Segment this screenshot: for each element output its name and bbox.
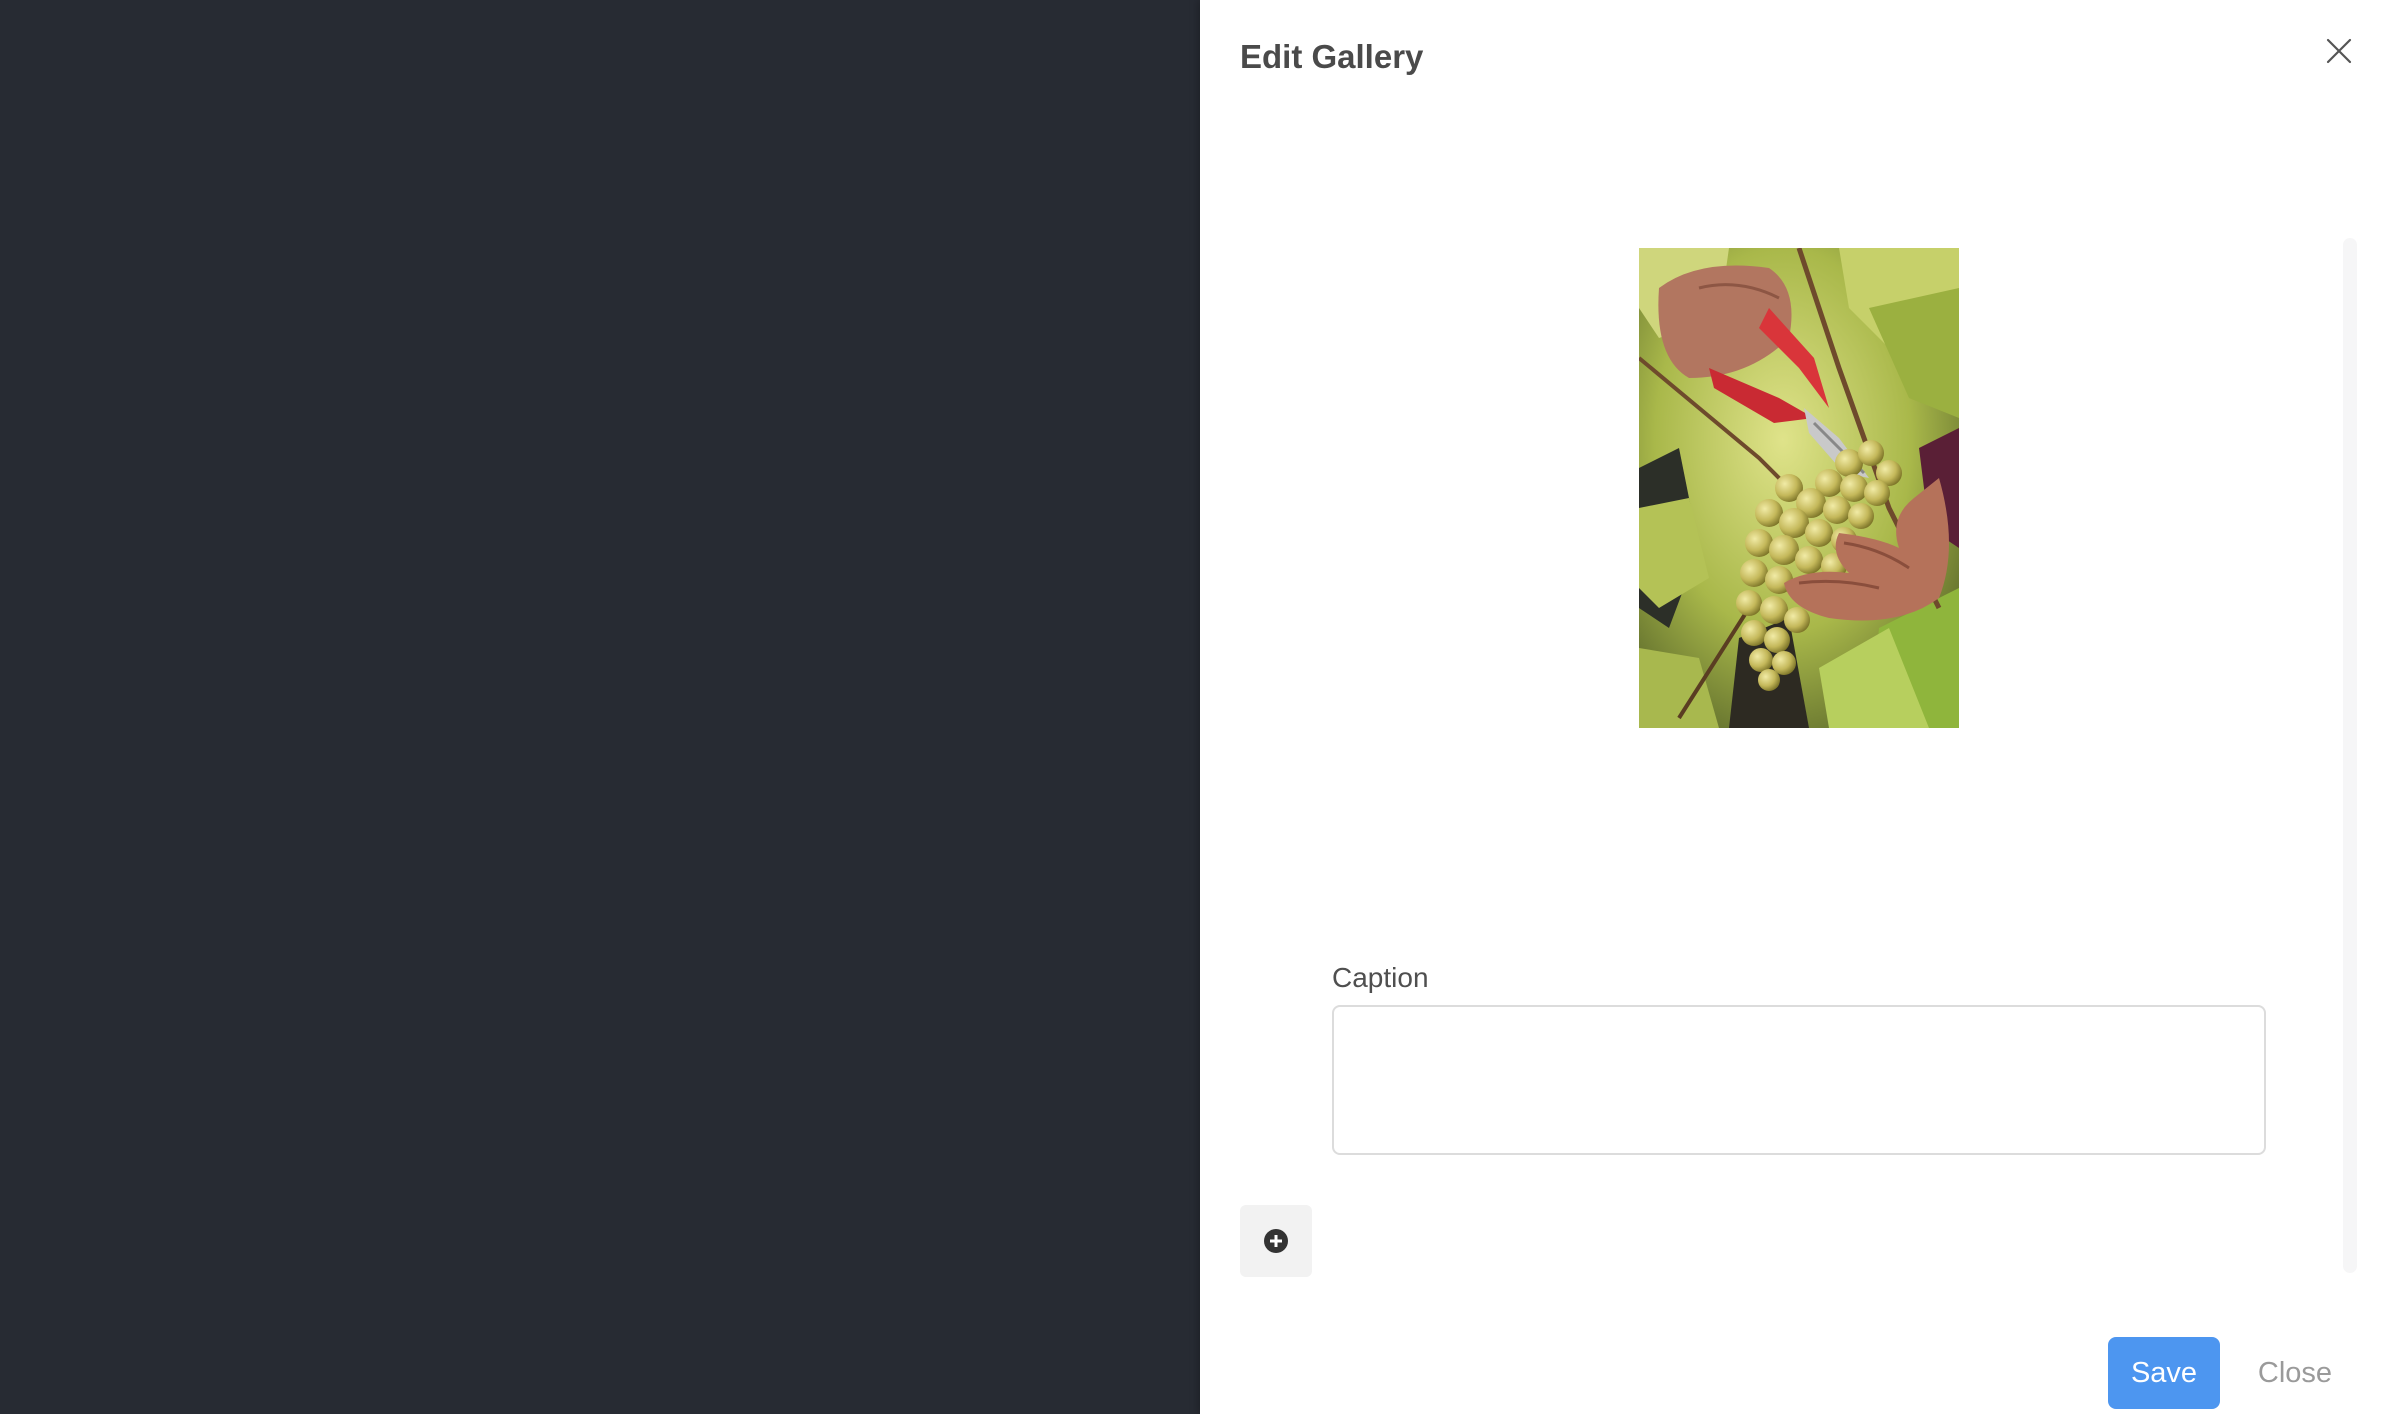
caption-input[interactable]: [1332, 1005, 2266, 1155]
caption-label: Caption: [1332, 962, 1429, 993]
save-button[interactable]: Save: [2108, 1337, 2220, 1409]
close-button[interactable]: Close: [2240, 1337, 2350, 1409]
add-image-button[interactable]: [1240, 1205, 1312, 1277]
scrollbar-track[interactable]: [2343, 238, 2357, 1273]
edit-gallery-drawer: Edit Gallery Caption Save Close: [1200, 0, 2400, 1414]
drawer-title: Edit Gallery: [1240, 38, 1424, 75]
plus-circle-icon: [1264, 1229, 1288, 1253]
gallery-image: [1639, 248, 1959, 728]
modal-backdrop[interactable]: [0, 0, 1200, 1414]
close-icon[interactable]: [2324, 36, 2354, 66]
